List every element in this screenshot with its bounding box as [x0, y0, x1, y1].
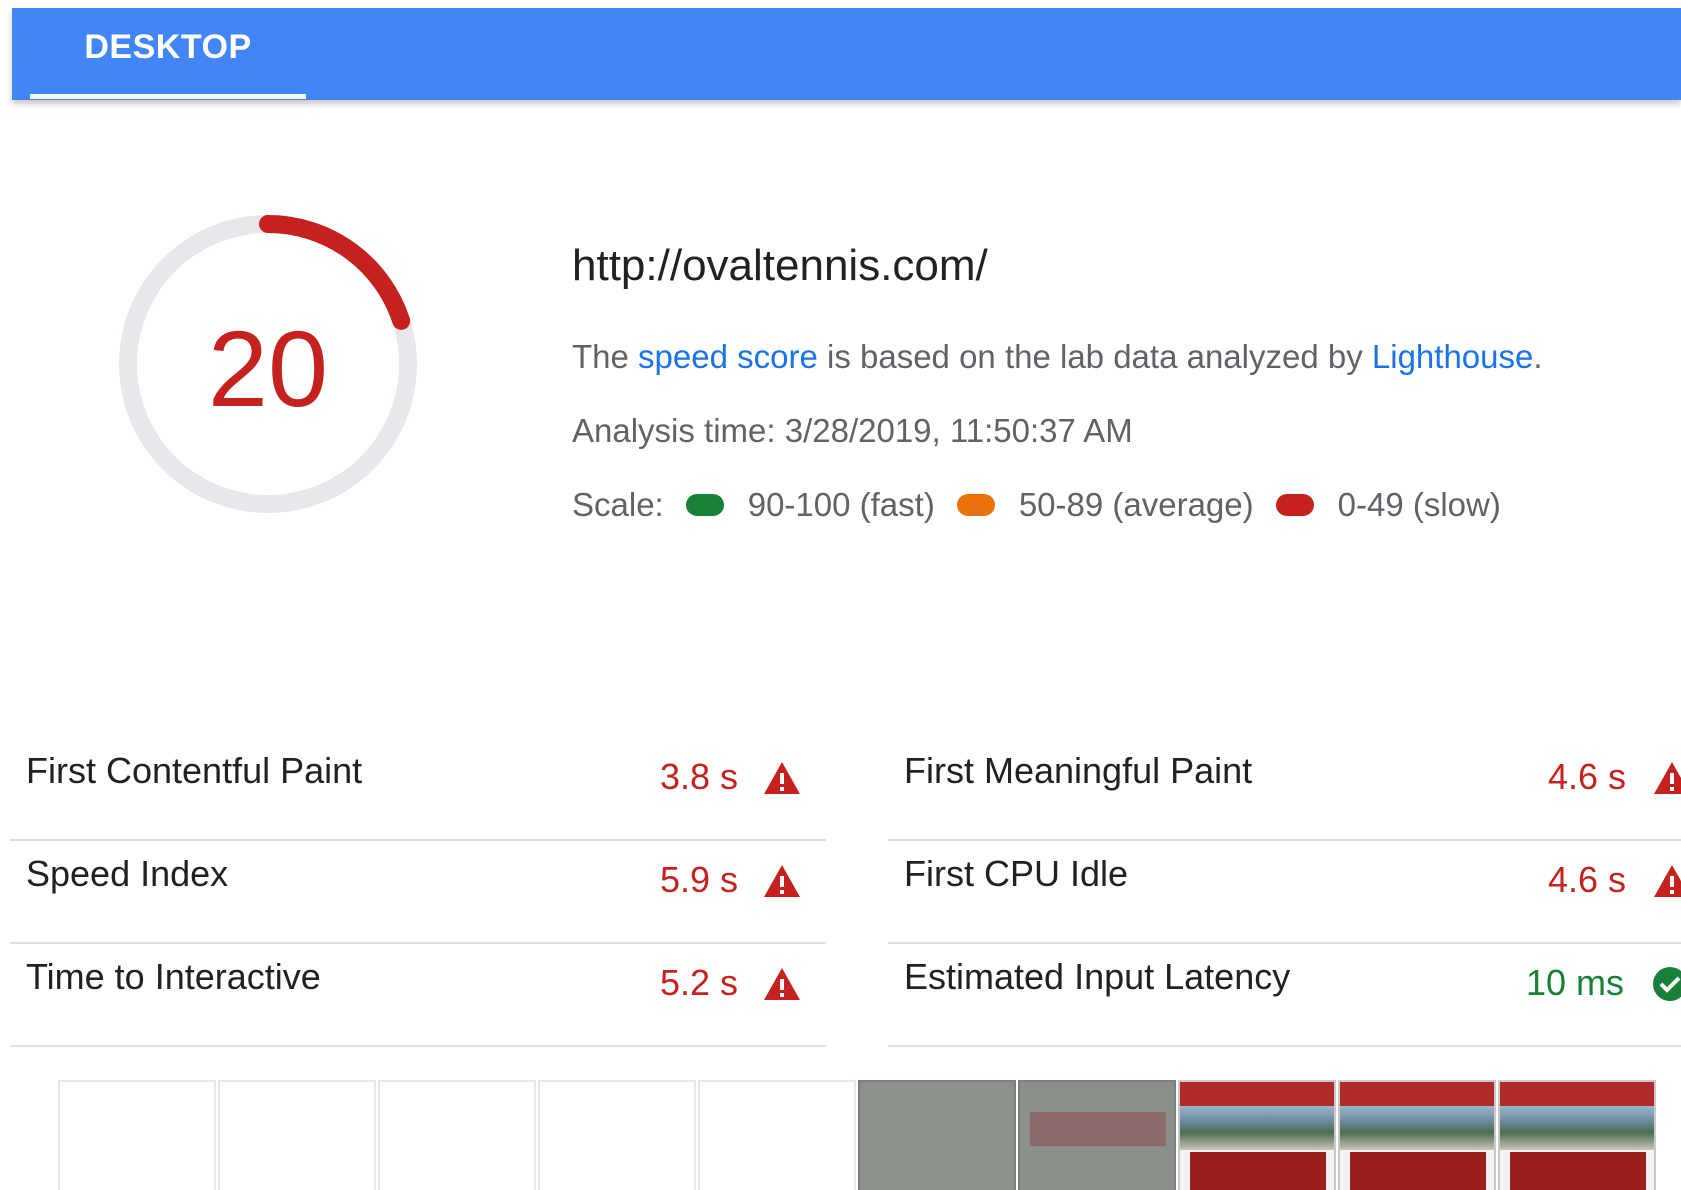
frame-header — [1500, 1082, 1654, 1106]
metric-value: 3.8 s — [659, 756, 738, 797]
tab-desktop[interactable]: DESKTOP — [30, 8, 306, 100]
metric-row: First Contentful Paint 3.8 s — [10, 738, 826, 841]
frame-content — [1030, 1112, 1166, 1146]
filmstrip-frame — [1178, 1080, 1336, 1190]
metric-value: 5.9 s — [659, 859, 738, 900]
lighthouse-link[interactable]: Lighthouse — [1372, 338, 1533, 375]
scale-fast-label: 90-100 (fast) — [747, 486, 935, 523]
tab-desktop-label: DESKTOP — [84, 28, 252, 66]
frame-content — [1190, 1152, 1326, 1190]
score-gauge: 20 — [112, 208, 424, 520]
warning-triangle-icon — [764, 968, 800, 1000]
metric-label: Estimated Input Latency — [904, 956, 1291, 997]
analysis-time: Analysis time: 3/28/2019, 11:50:37 AM — [572, 412, 1133, 449]
frame-content — [1350, 1152, 1486, 1190]
active-tab-indicator — [30, 94, 306, 99]
scale-legend: Scale: 90-100 (fast) 50-89 (average) 0-4… — [572, 486, 1501, 524]
metrics-left-column: First Contentful Paint 3.8 s Speed Index… — [10, 738, 826, 1047]
check-circle-icon — [1653, 967, 1681, 1001]
filmstrip-frame — [378, 1080, 536, 1190]
warning-triangle-icon — [1654, 865, 1681, 897]
metric-label: First Contentful Paint — [26, 750, 363, 791]
frame-photo — [1340, 1106, 1494, 1150]
metric-row: Time to Interactive 5.2 s — [10, 944, 826, 1047]
metric-row: Speed Index 5.9 s — [10, 841, 826, 944]
page-url: http://ovaltennis.com/ — [572, 241, 988, 290]
scale-average-label: 50-89 (average) — [1018, 486, 1254, 523]
metric-row: First Meaningful Paint 4.6 s — [888, 738, 1681, 841]
metric-value: 5.2 s — [659, 962, 738, 1003]
speed-score-link[interactable]: speed score — [638, 338, 818, 375]
filmstrip-frame — [538, 1080, 696, 1190]
scale-fast-swatch — [685, 494, 724, 516]
score-value: 20 — [207, 307, 329, 429]
frame-header — [1340, 1082, 1494, 1106]
frame-photo — [1180, 1106, 1334, 1150]
filmstrip-frame — [1338, 1080, 1496, 1190]
filmstrip-frame — [58, 1080, 216, 1190]
metric-value: 4.6 s — [1548, 756, 1627, 797]
filmstrip — [58, 1080, 1658, 1190]
warning-triangle-icon — [764, 762, 800, 794]
summary-panel: http://ovaltennis.com/ The speed score i… — [572, 240, 1543, 523]
metric-label: First Meaningful Paint — [904, 750, 1253, 791]
metric-value: 10 ms — [1526, 962, 1625, 1003]
metric-row: First CPU Idle 4.6 s — [888, 841, 1681, 944]
scale-average-swatch — [956, 494, 995, 516]
warning-triangle-icon — [764, 865, 800, 897]
warning-triangle-icon — [1654, 762, 1681, 794]
desc-middle: is based on the lab data analyzed by — [817, 338, 1372, 375]
scale-label: Scale: — [572, 486, 664, 523]
metric-label: Time to Interactive — [26, 956, 321, 997]
scale-slow-label: 0-49 (slow) — [1337, 486, 1501, 523]
score-description: The speed score is based on the lab data… — [572, 338, 1543, 376]
filmstrip-frame — [858, 1080, 1016, 1190]
filmstrip-frame — [1498, 1080, 1656, 1190]
metric-row: Estimated Input Latency 10 ms — [888, 944, 1681, 1047]
filmstrip-frame — [218, 1080, 376, 1190]
frame-photo — [1500, 1106, 1654, 1150]
desc-suffix: . — [1533, 338, 1543, 375]
filmstrip-frame — [698, 1080, 856, 1190]
tab-bar: DESKTOP — [12, 8, 1681, 100]
metric-value: 4.6 s — [1548, 859, 1627, 900]
desc-prefix: The — [572, 338, 639, 375]
frame-header — [1180, 1082, 1334, 1106]
scale-slow-swatch — [1275, 494, 1314, 516]
frame-content — [1510, 1152, 1646, 1190]
metric-label: Speed Index — [26, 853, 229, 894]
filmstrip-frame — [1018, 1080, 1176, 1190]
metric-label: First CPU Idle — [904, 853, 1129, 894]
metrics-right-column: First Meaningful Paint 4.6 s First CPU I… — [888, 738, 1681, 1047]
